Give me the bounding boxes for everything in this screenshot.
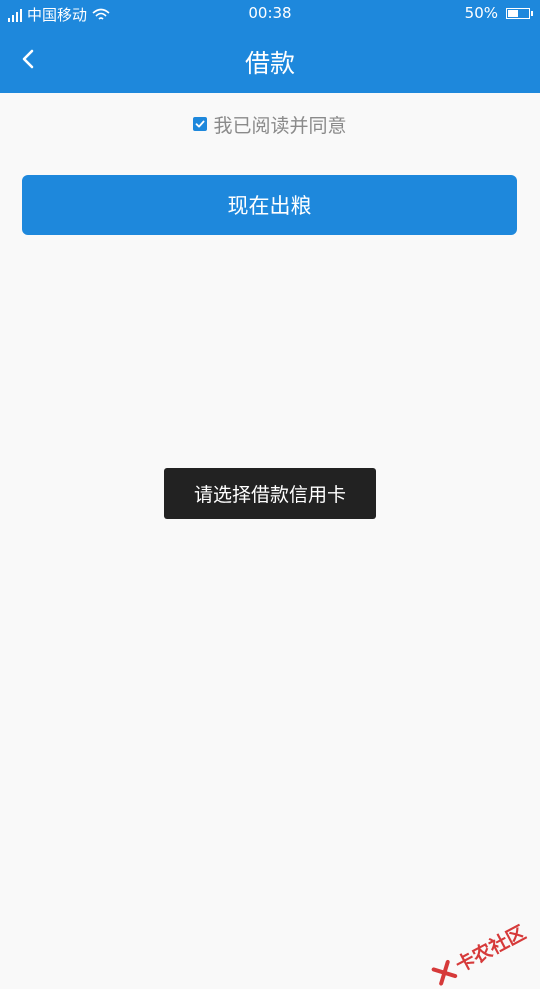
nav-bar: 借款 [0,28,540,93]
page-title: 借款 [244,49,295,78]
battery-icon [506,7,533,19]
battery-percent: 50% [464,4,498,22]
watermark-text: 卡农社区 [452,921,530,977]
watermark-logo: 卡农社区 [429,918,530,989]
battery-fill [508,9,518,17]
toast-message: 请选择借款信用卡 [164,468,376,519]
watermark-icon [431,959,458,986]
agreement-checkbox[interactable] [193,117,208,131]
check-icon [196,120,205,128]
submit-loan-button[interactable]: 现在出粮 [22,175,517,235]
status-right: 50% [464,4,533,22]
status-bar: 中国移动 00:38 50% [0,0,540,28]
status-time: 00:38 [248,4,292,22]
agreement-text[interactable]: 我已阅读并同意 [213,111,346,138]
agreement-row: 我已阅读并同意 [0,110,540,138]
